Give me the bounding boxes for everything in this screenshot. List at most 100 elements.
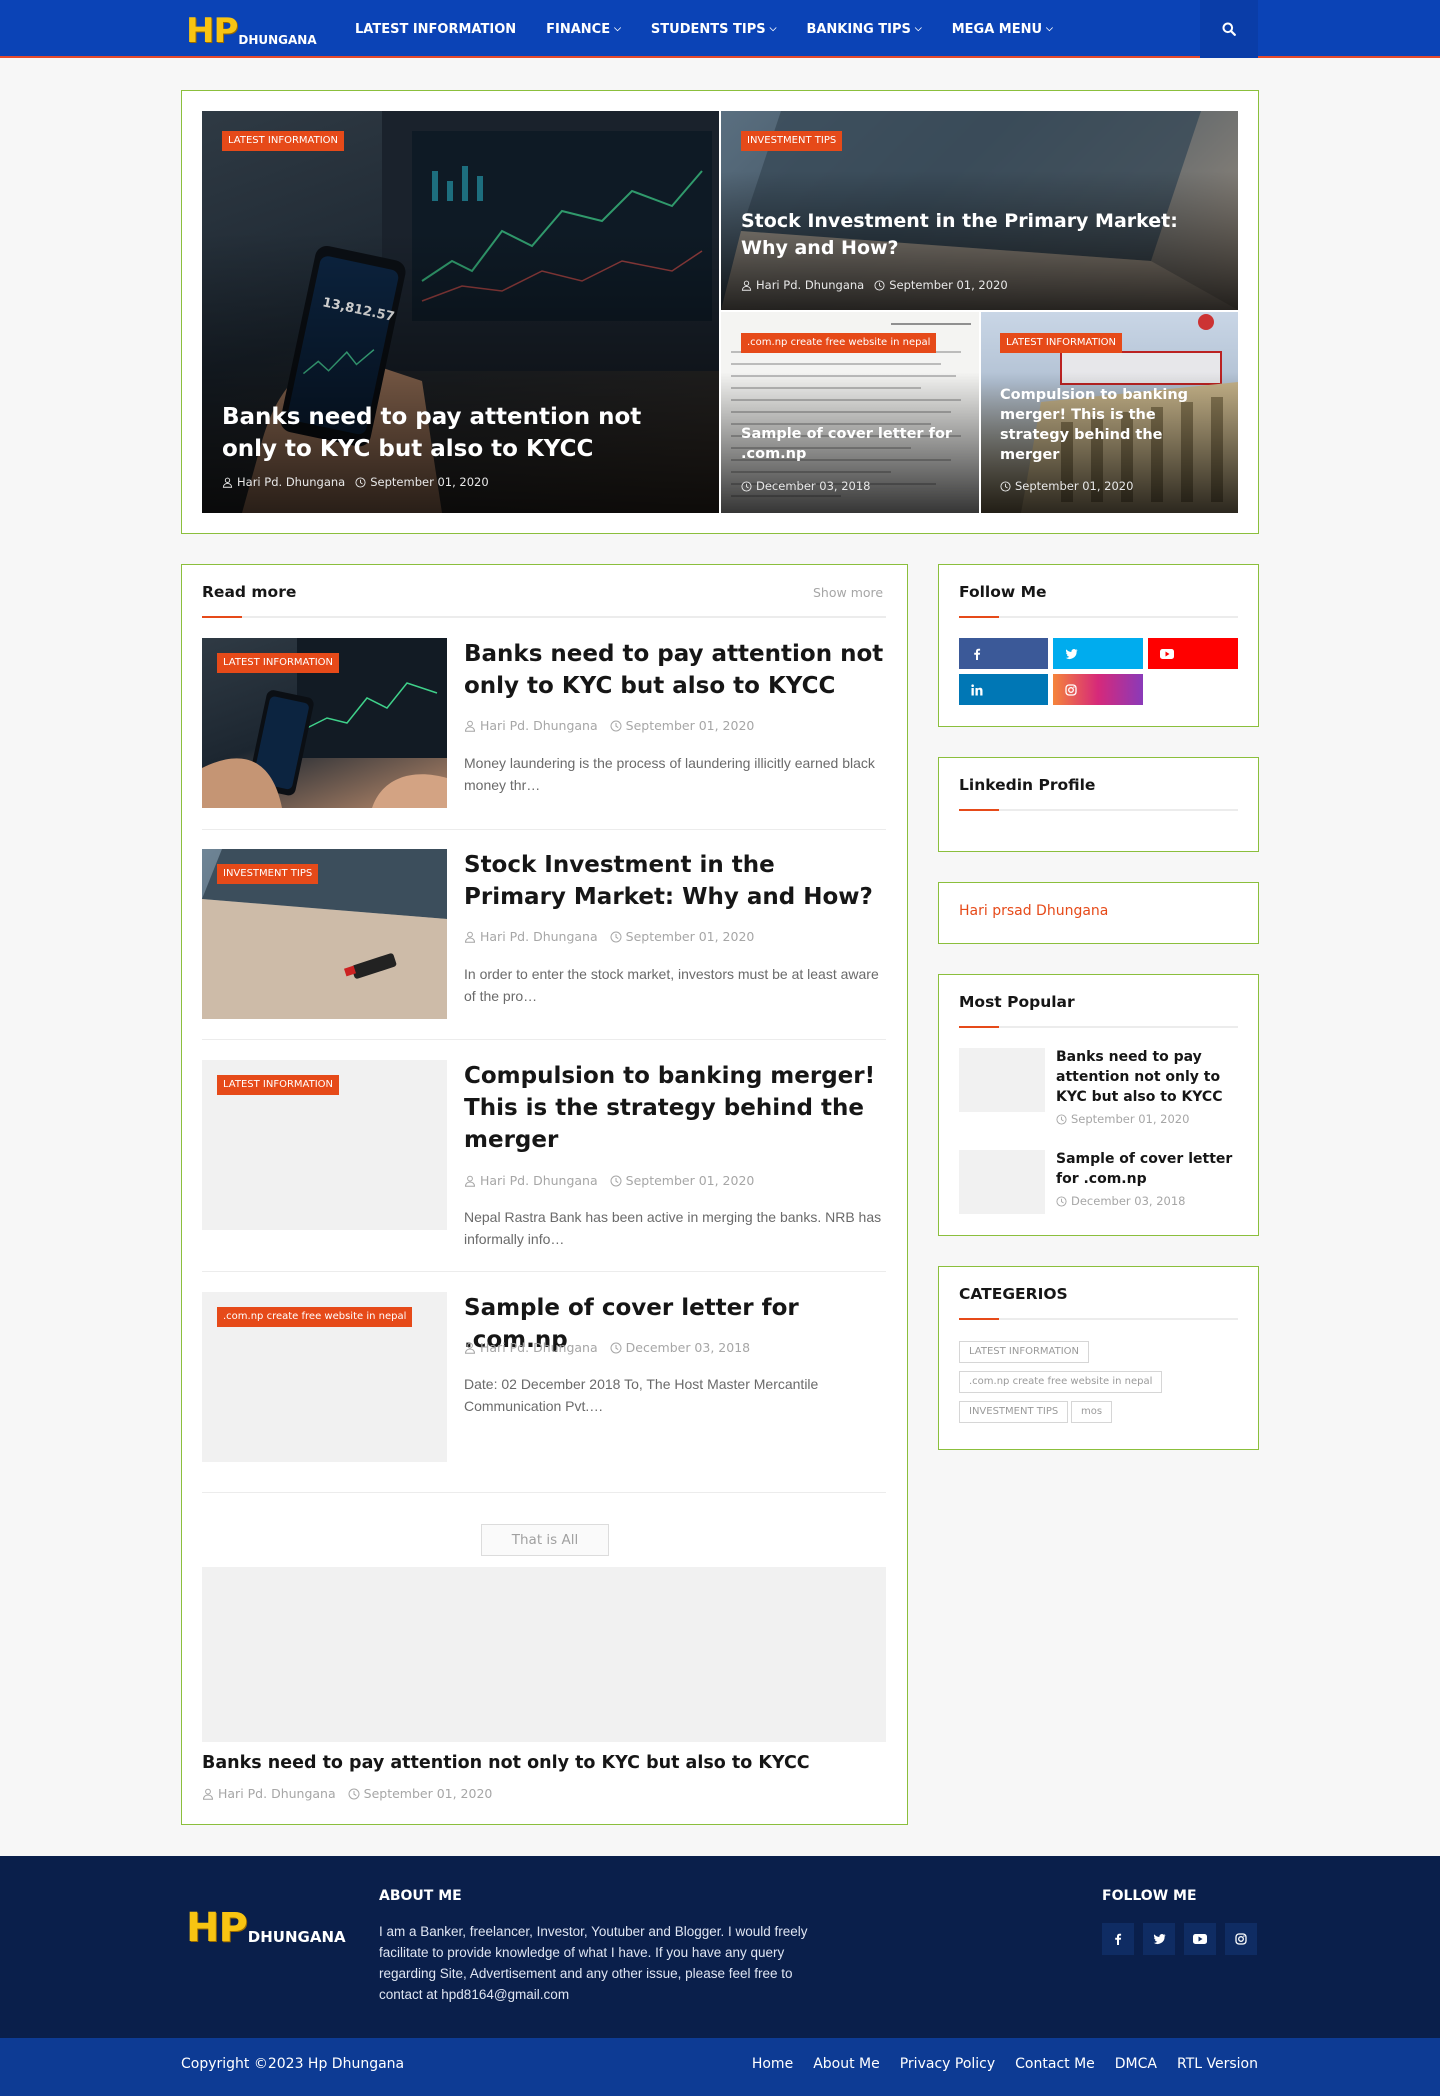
author-name[interactable]: Hari Pd. Dhungana bbox=[480, 1173, 598, 1188]
popular-post-thumbnail[interactable] bbox=[959, 1150, 1045, 1214]
footer-facebook-button[interactable] bbox=[1102, 1923, 1134, 1955]
that-is-all-button[interactable]: That is All bbox=[481, 1524, 609, 1556]
category-chip[interactable]: .com.np create free website in nepal bbox=[959, 1371, 1163, 1393]
nav-label: LATEST INFORMATION bbox=[355, 21, 517, 37]
post-thumbnail[interactable]: LATEST INFORMATION bbox=[202, 638, 447, 808]
divider bbox=[202, 1492, 886, 1493]
footer-instagram-button[interactable] bbox=[1225, 1923, 1257, 1955]
footer-link-rtl[interactable]: RTL Version bbox=[1177, 2056, 1258, 2072]
category-tag[interactable]: LATEST INFORMATION bbox=[217, 653, 340, 673]
popular-post-title[interactable]: Banks need to pay attention not only to … bbox=[1056, 1047, 1236, 1107]
user-icon bbox=[464, 720, 476, 732]
category-tag[interactable]: .com.np create free website in nepal bbox=[741, 333, 937, 353]
site-logo[interactable]: HP DHUNGANA bbox=[186, 10, 317, 48]
post-meta: December 03, 2018 bbox=[741, 479, 871, 493]
youtube-button[interactable] bbox=[1148, 638, 1238, 669]
clock-icon bbox=[610, 931, 622, 943]
featured-post-main[interactable]: 13,812.57 LATEST INFORMATION Banks need … bbox=[202, 111, 719, 513]
nav-item-finance[interactable]: FINANCE ⌵ bbox=[546, 22, 621, 37]
facebook-button[interactable] bbox=[959, 638, 1048, 669]
footer-link-dmca[interactable]: DMCA bbox=[1115, 2056, 1157, 2072]
category-tag[interactable]: INVESTMENT TIPS bbox=[741, 131, 843, 151]
author-name[interactable]: Hari Pd. Dhungana bbox=[218, 1786, 336, 1801]
category-chip[interactable]: mos bbox=[1071, 1401, 1113, 1423]
post-thumbnail[interactable]: LATEST INFORMATION bbox=[202, 1060, 447, 1230]
post-meta: September 01, 2020 bbox=[1000, 479, 1133, 493]
main-nav: LATEST INFORMATION FINANCE ⌵ STUDENTS TIP… bbox=[340, 0, 1068, 58]
footer-logo[interactable]: HP DHUNGANA bbox=[186, 1908, 346, 1948]
post-meta: Hari Pd. Dhungana September 01, 2020 bbox=[464, 718, 754, 733]
post-meta: Hari Pd. Dhungana September 01, 2020 bbox=[741, 278, 1008, 292]
bottom-post-image[interactable] bbox=[202, 1567, 886, 1742]
category-tag[interactable]: .com.np create free website in nepal bbox=[217, 1307, 413, 1327]
post-meta: Hari Pd. Dhungana December 03, 2018 bbox=[464, 1340, 750, 1355]
nav-item-latest-information[interactable]: LATEST INFORMATION bbox=[355, 22, 516, 37]
footer-heading-about: ABOUT ME bbox=[379, 1888, 462, 1904]
author-name[interactable]: Hari Pd. Dhungana bbox=[756, 278, 864, 292]
footer-twitter-button[interactable] bbox=[1143, 1923, 1175, 1955]
youtube-icon bbox=[1193, 1934, 1207, 1944]
post-thumbnail[interactable]: .com.np create free website in nepal bbox=[202, 1292, 447, 1462]
category-tag[interactable]: LATEST INFORMATION bbox=[1000, 333, 1123, 353]
post-excerpt: Money laundering is the process of laund… bbox=[464, 755, 875, 793]
widget-heading-linkedin: Linkedin Profile bbox=[959, 776, 1096, 794]
footer-link-home[interactable]: Home bbox=[752, 2056, 793, 2072]
post-date: December 03, 2018 bbox=[756, 479, 871, 493]
author-name[interactable]: Hari Pd. Dhungana bbox=[480, 718, 598, 733]
nav-item-banking-tips[interactable]: BANKING TIPS ⌵ bbox=[806, 22, 921, 37]
footer-links: Home About Me Privacy Policy Contact Me … bbox=[732, 2056, 1258, 2072]
featured-post-bottom-right[interactable]: LATEST INFORMATION Compulsion to banking… bbox=[981, 312, 1238, 513]
featured-title[interactable]: Compulsion to banking merger! This is th… bbox=[1000, 385, 1225, 465]
twitter-icon bbox=[1153, 1934, 1166, 1944]
post-thumbnail[interactable]: INVESTMENT TIPS bbox=[202, 849, 447, 1019]
author-name[interactable]: Hari Pd. Dhungana bbox=[480, 1340, 598, 1355]
footer-link-privacy[interactable]: Privacy Policy bbox=[900, 2056, 995, 2072]
category-tag[interactable]: LATEST INFORMATION bbox=[217, 1075, 340, 1095]
footer-link-about[interactable]: About Me bbox=[813, 2056, 880, 2072]
post-date: September 01, 2020 bbox=[625, 929, 755, 944]
category-tag[interactable]: LATEST INFORMATION bbox=[222, 131, 345, 151]
nav-label: STUDENTS TIPS bbox=[650, 21, 766, 37]
show-more-link[interactable]: Show more bbox=[813, 585, 883, 600]
author-name[interactable]: Hari Pd. Dhungana bbox=[237, 475, 345, 489]
featured-title[interactable]: Stock Investment in the Primary Market: … bbox=[741, 208, 1221, 262]
category-chip[interactable]: INVESTMENT TIPS bbox=[959, 1401, 1069, 1423]
twitter-icon bbox=[1065, 648, 1078, 659]
featured-title[interactable]: Banks need to pay attention not only to … bbox=[222, 401, 702, 465]
nav-label: FINANCE bbox=[546, 21, 611, 37]
instagram-button[interactable] bbox=[1053, 674, 1143, 705]
featured-post-bottom-left[interactable]: .com.np create free website in nepal Sam… bbox=[721, 312, 979, 513]
nav-item-students-tips[interactable]: STUDENTS TIPS ⌵ bbox=[651, 22, 777, 37]
linkedin-button[interactable] bbox=[959, 674, 1048, 705]
featured-title[interactable]: Sample of cover letter for .com.np bbox=[741, 424, 966, 464]
post-date: December 03, 2018 bbox=[1071, 1194, 1186, 1208]
clock-icon bbox=[1056, 1114, 1067, 1125]
popular-post-thumbnail[interactable] bbox=[959, 1048, 1045, 1112]
post-title[interactable]: Compulsion to banking merger! This is th… bbox=[464, 1060, 884, 1156]
nav-item-mega-menu[interactable]: MEGA MENU ⌵ bbox=[952, 22, 1053, 37]
profile-link[interactable]: Hari prsad Dhungana bbox=[959, 903, 1108, 919]
post-date: September 01, 2020 bbox=[1015, 479, 1134, 493]
author-name[interactable]: Hari Pd. Dhungana bbox=[480, 929, 598, 944]
post-title[interactable]: Stock Investment in the Primary Market: … bbox=[464, 849, 884, 913]
post-excerpt: Date: 02 December 2018 To, The Host Mast… bbox=[464, 1376, 819, 1414]
post-meta: Hari Pd. Dhungana September 01, 2020 bbox=[222, 475, 489, 489]
logo-name-text: DHUNGANA bbox=[247, 1928, 346, 1946]
category-chip[interactable]: LATEST INFORMATION bbox=[959, 1341, 1090, 1363]
footer-heading-follow: FOLLOW ME bbox=[1102, 1888, 1197, 1904]
footer-youtube-button[interactable] bbox=[1184, 1923, 1216, 1955]
category-tag[interactable]: INVESTMENT TIPS bbox=[217, 864, 319, 884]
featured-post-top-right[interactable]: INVESTMENT TIPS Stock Investment in the … bbox=[721, 111, 1238, 310]
clock-icon bbox=[874, 280, 885, 291]
popular-post-title[interactable]: Sample of cover letter for .com.np bbox=[1056, 1149, 1236, 1189]
popular-post-meta: December 03, 2018 bbox=[1056, 1194, 1186, 1208]
search-button[interactable] bbox=[1200, 0, 1258, 58]
popular-post-meta: September 01, 2020 bbox=[1056, 1112, 1189, 1126]
facebook-icon bbox=[1115, 1933, 1122, 1945]
bottom-post-title[interactable]: Banks need to pay attention not only to … bbox=[202, 1753, 810, 1773]
footer-link-contact[interactable]: Contact Me bbox=[1015, 2056, 1095, 2072]
twitter-button[interactable] bbox=[1053, 638, 1143, 669]
post-date: September 01, 2020 bbox=[625, 1173, 755, 1188]
post-title[interactable]: Banks need to pay attention not only to … bbox=[464, 638, 884, 702]
clock-icon bbox=[741, 481, 752, 492]
